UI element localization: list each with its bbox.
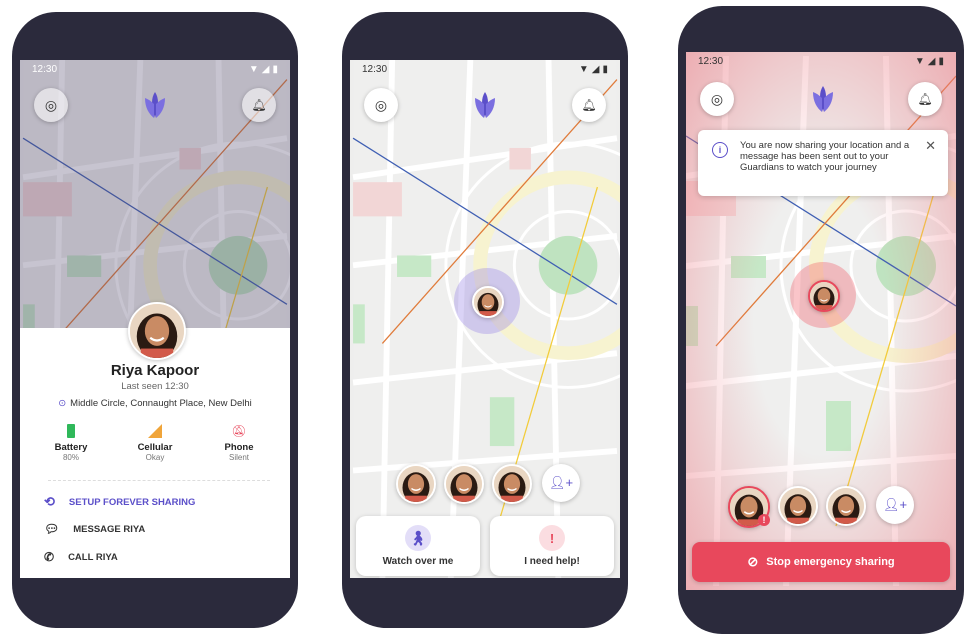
watch-over-me-label: Watch over me — [382, 556, 454, 567]
stat-battery-title: Battery — [54, 442, 88, 453]
status-icons: ▼ ◢ ▮ — [915, 56, 944, 67]
address-row: ⊙ Middle Circle, Connaught Place, New De… — [20, 398, 290, 409]
screen-home: 12:30 ▼ ◢ ▮ ◎ 🔔︎ 👤︎+ 🚶︎ Watch over me ! — [350, 60, 620, 578]
info-icon: i — [712, 142, 728, 158]
sharing-notification: i You are now sharing your location and … — [698, 130, 948, 196]
add-guardian-button[interactable]: 👤︎+ — [542, 464, 580, 502]
signal-icon: ◢ — [591, 63, 600, 75]
notifications-button[interactable]: 🔔︎ — [908, 82, 942, 116]
address-text: Middle Circle, Connaught Place, New Delh… — [70, 398, 252, 409]
status-time: 12:30 — [32, 63, 58, 75]
add-person-icon: 👤︎+ — [882, 497, 908, 512]
signal-icon: ◢ — [261, 63, 270, 75]
bell-off-icon: 🔕︎ — [231, 424, 247, 438]
setup-forever-sharing-button[interactable]: ⟲ SETUP FOREVER SHARING — [44, 494, 195, 510]
status-bar: 12:30 ▼ ◢ ▮ — [350, 60, 620, 78]
add-guardian-button[interactable]: 👤︎+ — [876, 486, 914, 524]
phone-frame-profile: 12:30 ▼ ◢ ▮ ◎ 🔔︎ Riya Kapoor Last seen 1… — [12, 12, 298, 628]
user-location-avatar[interactable] — [808, 280, 840, 312]
profile-button[interactable]: ◎ — [34, 88, 68, 122]
guardian-avatar[interactable] — [778, 486, 818, 526]
alert-badge-icon: ! — [758, 514, 770, 526]
sync-icon: ⟲ — [44, 494, 55, 509]
watch-over-me-button[interactable]: 🚶︎ Watch over me — [356, 516, 480, 576]
call-label: CALL RIYA — [68, 551, 118, 563]
message-icon: 💬︎ — [44, 522, 60, 536]
account-icon: ◎ — [44, 96, 58, 113]
battery-icon: ▮ — [272, 63, 278, 75]
wifi-icon: ▼ — [914, 55, 925, 67]
close-icon[interactable]: ✕ — [925, 138, 936, 154]
call-button[interactable]: ✆ CALL RIYA — [44, 550, 118, 564]
alert-icon: ! — [539, 525, 565, 551]
walking-icon: 🚶︎ — [405, 525, 431, 551]
profile-name: Riya Kapoor — [110, 362, 200, 379]
stat-battery: Battery 80% — [36, 424, 106, 462]
message-label: MESSAGE RIYA — [73, 523, 146, 535]
stop-emergency-sharing-label: Stop emergency sharing — [766, 556, 895, 568]
status-time: 12:30 — [362, 63, 388, 75]
stat-cellular: Cellular Okay — [120, 424, 190, 462]
screen-profile: 12:30 ▼ ◢ ▮ ◎ 🔔︎ Riya Kapoor Last seen 1… — [20, 60, 290, 578]
last-seen: Last seen 12:30 — [121, 381, 189, 392]
profile-sheet: Riya Kapoor Last seen 12:30 ⊙ Middle Cir… — [20, 302, 290, 578]
notification-message: You are now sharing your location and a … — [740, 140, 910, 173]
need-help-button[interactable]: ! I need help! — [490, 516, 614, 576]
app-logo — [472, 90, 498, 120]
profile-button[interactable]: ◎ — [364, 88, 398, 122]
location-off-icon: ⊘ — [747, 554, 759, 569]
bell-icon: 🔔︎ — [581, 98, 597, 112]
status-bar: 12:30 ▼ ◢ ▮ — [686, 52, 956, 70]
account-icon: ◎ — [374, 96, 388, 113]
phone-icon: ✆ — [44, 550, 55, 564]
need-help-label: I need help! — [524, 556, 580, 567]
status-icons: ▼ ◢ ▮ — [579, 64, 608, 75]
bell-icon: 🔔︎ — [251, 98, 267, 112]
setup-forever-sharing-label: SETUP FOREVER SHARING — [68, 496, 196, 508]
wifi-icon: ▼ — [578, 63, 589, 75]
guardian-avatar[interactable] — [444, 464, 484, 504]
signal-icon: ◢ — [927, 55, 936, 67]
profile-avatar — [128, 302, 186, 360]
stat-phone-value: Silent — [228, 453, 249, 462]
battery-icon: ▮ — [602, 63, 608, 75]
user-location-avatar[interactable] — [472, 286, 504, 318]
app-logo — [142, 90, 168, 120]
notifications-button[interactable]: 🔔︎ — [572, 88, 606, 122]
guardian-avatar[interactable] — [396, 464, 436, 504]
status-icons: ▼ ◢ ▮ — [249, 64, 278, 75]
profile-button[interactable]: ◎ — [700, 82, 734, 116]
location-pin-icon: ⊙ — [58, 398, 67, 409]
app-logo — [810, 84, 836, 114]
stop-emergency-sharing-button[interactable]: ⊘ Stop emergency sharing — [692, 542, 950, 582]
guardian-avatar[interactable] — [826, 486, 866, 526]
phone-frame-home: 12:30 ▼ ◢ ▮ ◎ 🔔︎ 👤︎+ 🚶︎ Watch over me ! — [342, 12, 628, 628]
stat-battery-value: 80% — [62, 453, 79, 462]
guardian-avatar[interactable] — [492, 464, 532, 504]
phone-frame-emergency: 12:30 ▼ ◢ ▮ ◎ 🔔︎ i You are now sharing y… — [678, 6, 964, 634]
stat-cellular-title: Cellular — [137, 442, 173, 453]
message-button[interactable]: 💬︎ MESSAGE RIYA — [44, 522, 145, 536]
wifi-icon: ▼ — [248, 63, 259, 75]
stat-phone-title: Phone — [224, 442, 254, 453]
status-bar: 12:30 ▼ ◢ ▮ — [20, 60, 290, 78]
add-person-icon: 👤︎+ — [548, 475, 574, 490]
screen-emergency: 12:30 ▼ ◢ ▮ ◎ 🔔︎ i You are now sharing y… — [686, 52, 956, 590]
stat-cellular-value: Okay — [145, 453, 165, 462]
account-icon: ◎ — [710, 90, 724, 107]
notifications-button[interactable]: 🔔︎ — [242, 88, 276, 122]
bell-icon: 🔔︎ — [917, 92, 933, 106]
status-time: 12:30 — [698, 55, 724, 67]
battery-icon: ▮ — [938, 55, 944, 67]
battery-level-icon — [67, 424, 75, 438]
divider — [48, 480, 270, 481]
cellular-signal-icon — [148, 424, 162, 438]
stat-phone: 🔕︎ Phone Silent — [204, 424, 274, 462]
